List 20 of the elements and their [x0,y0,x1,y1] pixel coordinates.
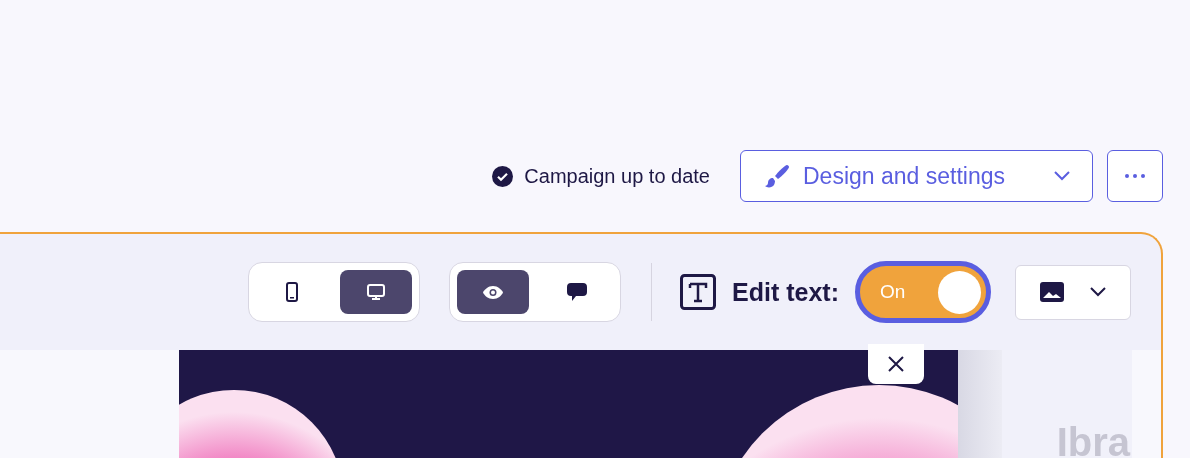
close-button[interactable] [868,344,924,384]
chevron-down-icon [1090,287,1106,297]
image-dropdown-button[interactable] [1015,264,1131,320]
design-settings-button[interactable]: Design and settings [740,150,1093,202]
image-icon [1040,282,1064,302]
eye-icon [483,285,504,299]
close-icon [887,355,905,373]
check-circle-icon [492,165,514,187]
more-button[interactable] [1107,150,1163,202]
speech-bubble-icon [567,283,588,301]
phone-icon [286,282,299,302]
chevron-down-icon [1054,171,1070,181]
paintbrush-icon [763,163,789,189]
save-status: Campaign up to date [524,164,710,188]
text-icon [680,274,717,310]
edit-text-label: Edit text: [732,277,839,307]
preview-mode-button[interactable] [457,270,530,314]
desktop-mode-button[interactable] [340,270,413,314]
ellipsis-icon [1125,174,1145,178]
monitor-icon [367,283,386,301]
